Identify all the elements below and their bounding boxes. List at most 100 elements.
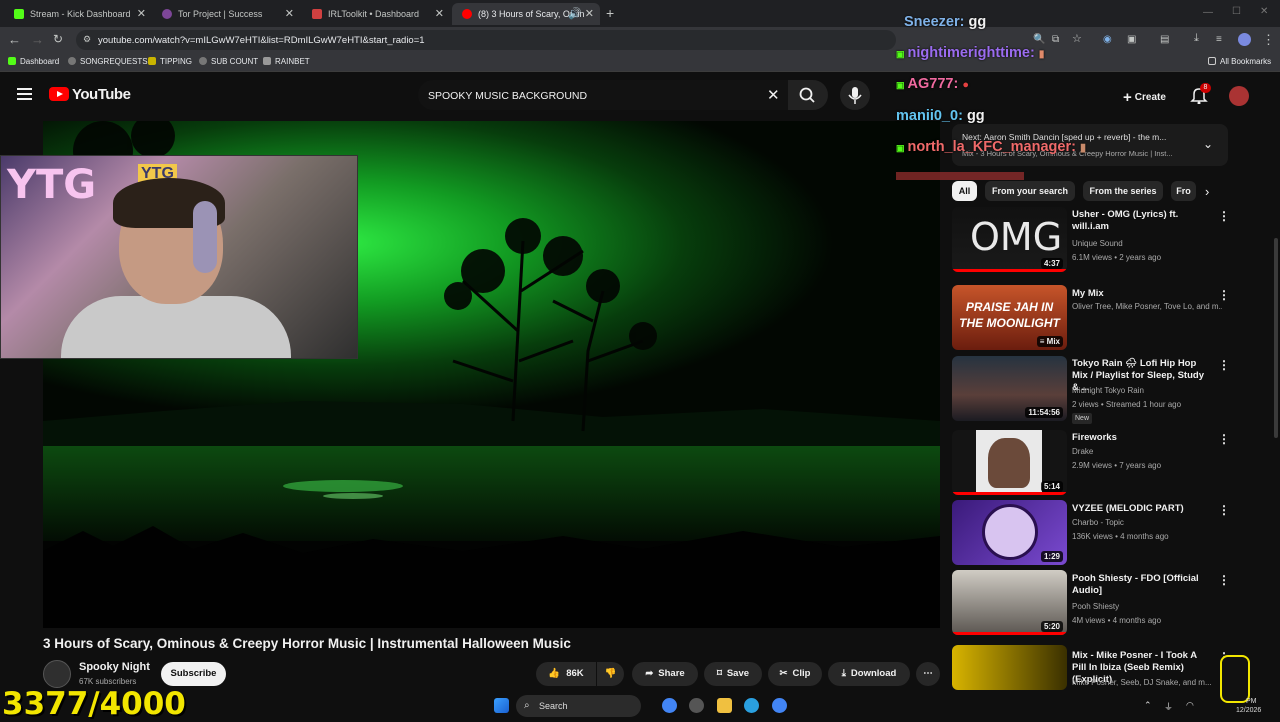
channel-avatar[interactable]: [43, 660, 71, 688]
chip-all[interactable]: All: [952, 181, 977, 201]
browser-tab[interactable]: Stream - Kick Dashboard ✕: [4, 3, 152, 25]
dislike-button[interactable]: 👎: [597, 662, 624, 686]
forward-icon[interactable]: →: [31, 32, 44, 47]
clock-date[interactable]: 12/2026: [1236, 707, 1261, 714]
video-thumbnail[interactable]: 11:54:56: [952, 356, 1067, 421]
chat-username: manii0_0:: [896, 108, 963, 124]
hamburger-menu-icon[interactable]: [17, 88, 32, 100]
video-title[interactable]: Usher - OMG (Lyrics) ft. will.i.am: [1072, 209, 1212, 233]
watch-progress-bar: [952, 269, 1067, 272]
bookmark-dashboard[interactable]: Dashboard: [8, 57, 59, 66]
profile-icon[interactable]: [1238, 33, 1251, 46]
video-channel[interactable]: Drake: [1072, 447, 1222, 456]
chip-from-the-series[interactable]: From the series: [1083, 181, 1163, 201]
taskbar-search[interactable]: ⌕ Search: [516, 695, 641, 717]
more-vertical-icon[interactable]: ⋮: [1218, 358, 1230, 372]
media-icon[interactable]: ≡: [1216, 34, 1222, 45]
new-tab-icon[interactable]: +: [606, 5, 614, 21]
extensions-icon[interactable]: ▣: [1127, 34, 1136, 45]
user-avatar[interactable]: [1229, 86, 1249, 106]
save-button[interactable]: ⌑ Save: [704, 662, 762, 686]
close-tab-icon[interactable]: ✕: [137, 7, 146, 20]
video-channel[interactable]: Charbo - Topic: [1072, 518, 1222, 527]
more-vertical-icon[interactable]: ⋮: [1218, 503, 1230, 517]
address-bar[interactable]: ⚙ youtube.com/watch?v=mILGwW7eHTI&list=R…: [76, 30, 896, 50]
video-title[interactable]: My Mix: [1072, 288, 1212, 300]
reload-icon[interactable]: ↻: [53, 32, 63, 46]
subscribe-button[interactable]: Subscribe: [161, 662, 226, 686]
sidepanel-icon[interactable]: ▤: [1160, 34, 1169, 45]
video-thumbnail[interactable]: 1:29: [952, 500, 1067, 565]
more-vertical-icon[interactable]: ⋮: [1218, 573, 1230, 587]
back-icon[interactable]: ←: [8, 32, 21, 47]
irltoolkit-icon: [312, 9, 322, 19]
video-thumbnail[interactable]: 5:14: [952, 430, 1067, 495]
close-tab-icon[interactable]: ✕: [585, 7, 594, 20]
browser-menu-icon[interactable]: ⋮: [1262, 32, 1275, 48]
more-actions-button[interactable]: ⋯: [916, 662, 940, 686]
scrollbar-thumb[interactable]: [1274, 238, 1278, 438]
maximize-icon[interactable]: ☐: [1232, 6, 1241, 17]
cast-icon[interactable]: ⧉: [1052, 34, 1059, 45]
close-tab-icon[interactable]: ✕: [435, 7, 444, 20]
close-window-icon[interactable]: ✕: [1260, 6, 1268, 17]
video-title[interactable]: Fireworks: [1072, 432, 1212, 444]
chrome-icon[interactable]: [662, 698, 677, 713]
bookmark-songrequests[interactable]: SONGREQUESTS: [68, 57, 148, 66]
windows-start-icon[interactable]: [494, 698, 509, 713]
file-explorer-icon[interactable]: [717, 698, 732, 713]
download-button[interactable]: ⤓ Download: [828, 662, 910, 686]
video-channel[interactable]: Mike Posner, Seeb, DJ Snake, and m...: [1072, 678, 1222, 687]
search-button[interactable]: [788, 80, 828, 110]
video-title[interactable]: Pooh Shiesty - FDO [Official Audio]: [1072, 573, 1212, 597]
more-vertical-icon[interactable]: ⋮: [1218, 432, 1230, 446]
wifi-icon[interactable]: ◠: [1186, 700, 1194, 711]
more-vertical-icon[interactable]: ⋮: [1218, 209, 1230, 223]
browser-tab-active[interactable]: (8) 3 Hours of Scary, Omin 🔊 ✕: [452, 3, 600, 25]
close-tab-icon[interactable]: ✕: [285, 7, 294, 20]
video-thumbnail[interactable]: 5:20: [952, 570, 1067, 635]
speaker-icon[interactable]: 🔊: [568, 7, 582, 20]
chevron-right-icon[interactable]: ›: [1205, 184, 1209, 199]
video-channel[interactable]: Midnight Tokyo Rain: [1072, 386, 1222, 395]
channel-name[interactable]: Spooky Night: [79, 661, 150, 673]
chevron-down-icon[interactable]: ⌄: [1203, 137, 1213, 151]
search-input[interactable]: SPOOKY MUSIC BACKGROUND: [418, 80, 788, 110]
video-thumbnail[interactable]: PRAISE JAH IN THE MOONLIGHT ≡ Mix: [952, 285, 1067, 350]
extension-icon[interactable]: ◉: [1103, 34, 1112, 45]
usb-icon[interactable]: ⏚: [1164, 700, 1173, 713]
more-vertical-icon[interactable]: ⋮: [1218, 288, 1230, 302]
obs-icon[interactable]: [689, 698, 704, 713]
bookmark-subcount[interactable]: SUB COUNT: [199, 57, 258, 66]
browser-tab[interactable]: Tor Project | Success ✕: [152, 3, 300, 25]
video-channel[interactable]: Oliver Tree, Mike Posner, Tove Lo, and m…: [1072, 302, 1222, 311]
video-thumbnail[interactable]: [952, 645, 1067, 690]
chip-from-your-search[interactable]: From your search: [985, 181, 1075, 201]
create-button[interactable]: + Create: [1117, 84, 1174, 106]
bookmark-rainbet[interactable]: RAINBET: [263, 57, 310, 66]
chevron-up-icon[interactable]: ⌃: [1144, 700, 1152, 711]
star-icon[interactable]: ☆: [1072, 32, 1082, 45]
site-info-icon[interactable]: ⚙: [83, 34, 91, 45]
page-scrollbar[interactable]: [1272, 118, 1280, 688]
clock-time[interactable]: PM: [1246, 698, 1257, 705]
new-badge: New: [1072, 413, 1093, 424]
zoom-icon[interactable]: 🔍: [1033, 34, 1045, 45]
telegram-icon[interactable]: [744, 698, 759, 713]
all-bookmarks[interactable]: All Bookmarks: [1208, 57, 1271, 66]
video-title[interactable]: VYZEE (MELODIC PART): [1072, 503, 1212, 515]
clear-search-icon[interactable]: ✕: [767, 86, 780, 104]
share-button[interactable]: ➦ Share: [632, 662, 698, 686]
chrome-icon[interactable]: [772, 698, 787, 713]
video-channel[interactable]: Unique Sound: [1072, 239, 1222, 248]
browser-tab[interactable]: IRLToolkit • Dashboard ✕: [302, 3, 450, 25]
clip-button[interactable]: ✂ Clip: [768, 662, 822, 686]
like-button[interactable]: 👍 86K: [536, 662, 596, 686]
video-channel[interactable]: Pooh Shiesty: [1072, 602, 1222, 611]
bookmark-tipping[interactable]: TIPPING: [148, 57, 192, 66]
voice-search-button[interactable]: [840, 80, 870, 110]
video-thumbnail[interactable]: OMG 4:37: [952, 207, 1067, 272]
minimize-icon[interactable]: —: [1203, 7, 1213, 18]
chip-from[interactable]: Fro: [1171, 181, 1196, 201]
download-icon[interactable]: ⤓: [1194, 32, 1199, 45]
